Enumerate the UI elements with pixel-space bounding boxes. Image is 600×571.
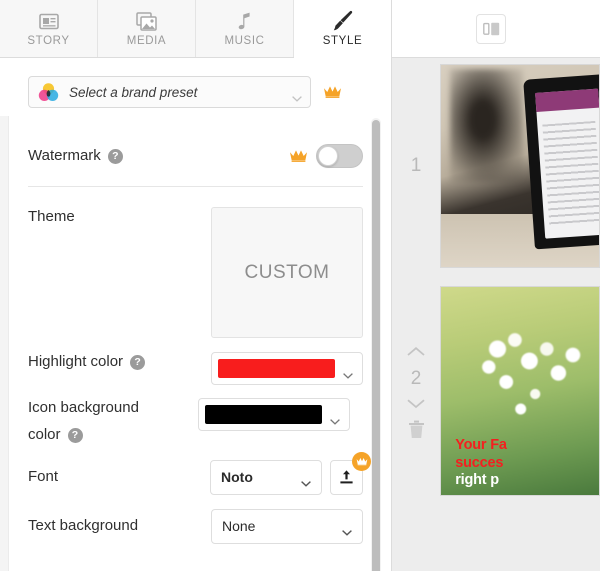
icon-background-color-label-group: Icon background color ? [28,398,198,446]
theme-row: Theme CUSTOM [28,187,363,338]
scene-item[interactable]: 1 [392,64,600,268]
highlight-color-label-group: Highlight color ? [28,352,211,372]
style-settings-list: Select a brand preset Watermark ? Theme … [0,58,391,554]
icon-background-color-picker[interactable] [198,398,350,431]
crown-icon[interactable] [323,85,342,99]
watermark-row: Watermark ? [28,130,363,184]
color-venn-icon [38,82,59,103]
theme-controls: CUSTOM [211,207,363,338]
tab-story-label: STORY [27,35,70,47]
scene-thumbnail[interactable] [440,64,600,268]
scene-item[interactable]: 2 Your Fa succes right p [392,286,600,496]
scene2-overlay-text: Your Fa succes right p [455,437,599,488]
brand-preset-select[interactable]: Select a brand preset [28,76,311,108]
tab-style[interactable]: STYLE [294,0,391,58]
chevron-down-icon [301,474,311,487]
highlight-color-controls [211,352,363,385]
toggle-knob [318,146,338,166]
font-upload-button[interactable] [330,451,371,495]
crown-icon [352,451,371,471]
text-background-controls: None [211,508,363,544]
chevron-down-icon [292,89,302,102]
icon-background-color-row: Icon background color ? [28,398,363,446]
main-tabbar: STORY MEDIA MUSIC STYLE [0,0,391,58]
panel-scrollbar-thumb[interactable] [372,120,380,571]
watermark-label-group: Watermark ? [28,146,289,166]
font-row: Font Noto [28,451,371,495]
theme-preview-button[interactable]: CUSTOM [211,207,363,338]
tab-media-label: MEDIA [126,35,167,47]
watermark-label: Watermark [28,146,101,164]
watermark-toggle[interactable] [316,144,363,168]
text-background-value: None [222,518,256,534]
preview-toolbar [392,0,600,58]
scene2-overlay-line3: right p [455,471,499,488]
font-label: Font [28,467,59,485]
panel-scrollbar-track[interactable] [371,118,381,571]
chevron-up-icon[interactable] [406,344,426,362]
scene-gutter: 1 [392,64,440,268]
font-select[interactable]: Noto [210,459,322,495]
watermark-controls [289,144,363,168]
text-background-label: Text background [28,516,139,534]
scene-list: 1 2 Your Fa succes right p [392,58,600,571]
scene1-screen-content [542,120,599,227]
text-background-select[interactable]: None [211,508,363,544]
scene-thumbnail[interactable]: Your Fa succes right p [440,286,600,496]
scene2-overlay-line1: Your Fa [455,437,507,454]
media-icon [135,10,159,32]
scene1-screen-header [535,88,599,112]
chevron-down-icon [330,412,340,425]
font-value: Noto [221,469,253,485]
icon-background-color-swatch [205,405,322,424]
tab-story[interactable]: STORY [0,0,98,57]
brand-preset-row: Select a brand preset [28,76,363,108]
theme-label: Theme [28,208,75,225]
icon-background-color-label-line1: Icon background [28,399,139,416]
trash-icon[interactable] [408,420,425,439]
brand-preset-placeholder: Select a brand preset [69,84,198,100]
icon-background-color-help-icon[interactable]: ? [67,427,83,443]
scene1-device [523,74,599,250]
icon-background-color-label-line2: color [28,426,61,444]
icon-background-color-controls [198,398,350,431]
tab-media[interactable]: MEDIA [98,0,196,57]
scene-number: 2 [410,367,422,389]
panel-left-edge [0,116,9,571]
scene1-foreground-blur [450,69,524,183]
chevron-down-icon [342,523,352,536]
chevron-down-icon [343,366,353,379]
scene2-overlay-line2: succes [455,454,504,471]
highlight-color-label: Highlight color [28,353,124,370]
story-icon [37,10,61,32]
scene-preview-panel: 1 2 Your Fa succes right p [391,0,600,571]
panel-layout-icon[interactable] [476,13,506,44]
tab-music[interactable]: MUSIC [196,0,294,57]
music-note-icon [233,10,257,32]
crown-icon[interactable] [289,149,308,163]
scene1-screen [535,88,599,239]
style-editor-panel: STORY MEDIA MUSIC STYLE Select a brand p… [0,0,391,571]
text-background-row: Text background None [28,508,363,544]
highlight-color-row: Highlight color ? [28,352,363,386]
tab-style-label: STYLE [322,35,363,47]
app-root: STORY MEDIA MUSIC STYLE Select a brand p… [0,0,600,571]
font-controls: Noto [210,451,371,495]
tab-music-label: MUSIC [224,35,265,47]
style-settings-scroll[interactable]: Select a brand preset Watermark ? Theme … [0,58,391,571]
highlight-color-swatch [218,359,335,378]
highlight-color-picker[interactable] [211,352,363,385]
theme-value: CUSTOM [244,261,330,283]
scene-number: 1 [410,155,422,176]
scene-gutter: 2 [392,286,440,496]
chevron-down-icon[interactable] [406,396,426,414]
watermark-help-icon[interactable]: ? [107,148,123,164]
upload-icon [340,470,353,484]
paintbrush-icon [331,10,355,32]
highlight-color-help-icon[interactable]: ? [130,354,146,370]
